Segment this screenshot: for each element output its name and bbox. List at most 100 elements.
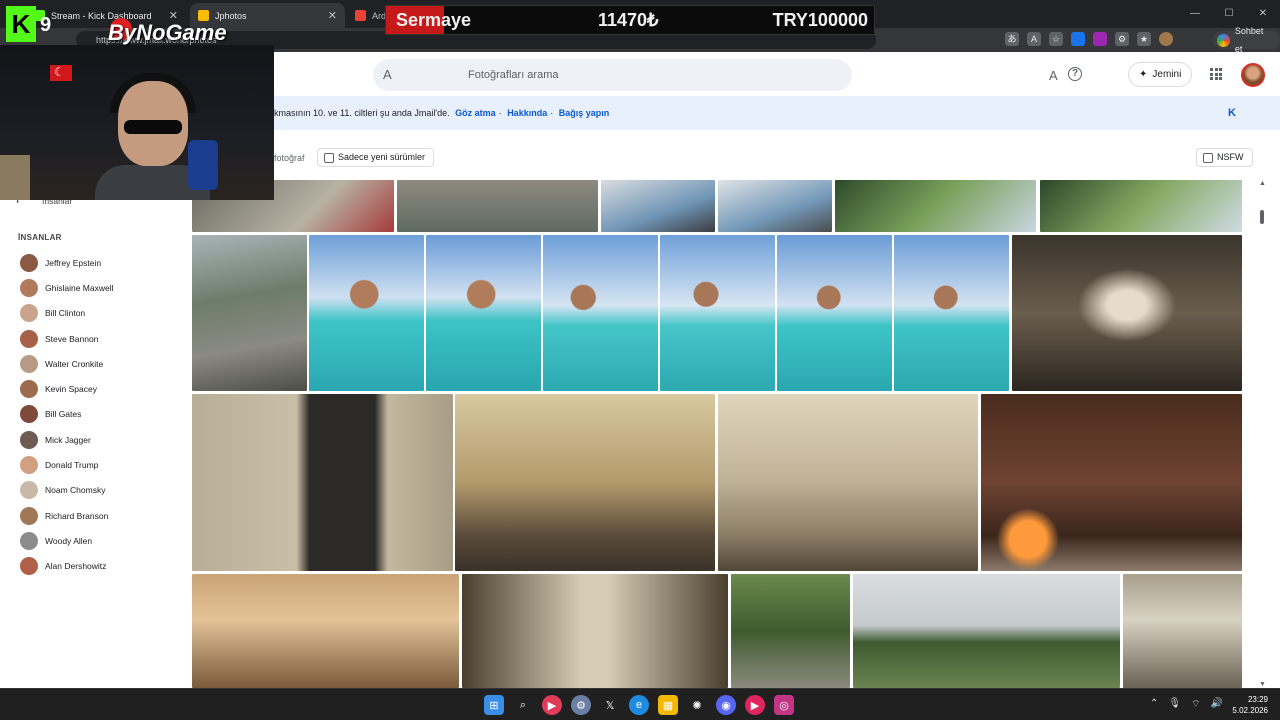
ticker-target: TRY100000 (772, 9, 868, 30)
extension2-icon[interactable] (1093, 32, 1107, 46)
person-avatar (20, 380, 38, 399)
photo-thumbnail[interactable] (309, 235, 424, 391)
new-versions-only-filter[interactable]: Sadece yeni sürümler (317, 148, 435, 167)
favorites-icon[interactable]: ★ (1137, 32, 1151, 46)
sidebar-person-item[interactable]: Walter Cronkite (20, 351, 114, 376)
checkbox-icon[interactable] (1203, 152, 1213, 163)
apps-grid-icon[interactable] (1210, 68, 1222, 80)
donate-link[interactable]: Bağış yapın (559, 108, 610, 118)
wifi-icon[interactable]: ⌔ (1191, 698, 1200, 711)
copilot-icon (1217, 33, 1230, 47)
profile-icon[interactable] (1159, 32, 1173, 46)
volume-icon[interactable]: 🔊 (1211, 698, 1223, 711)
sidebar-person-item[interactable]: Jeffrey Epstein (20, 250, 114, 275)
photo-thumbnail[interactable] (192, 394, 453, 571)
x-icon[interactable]: 𝕏 (600, 695, 620, 715)
sidebar-person-item[interactable]: Woody Allen (20, 528, 114, 553)
photo-thumbnail[interactable] (1123, 574, 1242, 688)
photo-thumbnail[interactable] (397, 180, 598, 232)
photo-thumbnail[interactable] (660, 235, 775, 391)
scrollbar[interactable]: ▲ ▼ (1257, 180, 1267, 688)
person-name: Bill Gates (45, 409, 82, 420)
webcam-feed (0, 45, 274, 200)
translate-icon[interactable]: あ (1005, 32, 1019, 46)
sidebar-person-item[interactable]: Donald Trump (20, 452, 114, 477)
person-avatar (20, 278, 38, 297)
media-icon[interactable]: ▶ (542, 695, 562, 715)
photo-thumbnail[interactable] (601, 180, 715, 232)
microphone-icon[interactable]: 🎙 (1168, 698, 1181, 711)
sidebar-person-item[interactable]: Bill Gates (20, 402, 114, 427)
photo-thumbnail[interactable] (543, 235, 658, 391)
photo-thumbnail[interactable] (192, 574, 459, 688)
extensions-icon[interactable]: ⚙ (1115, 32, 1129, 46)
tab-arda[interactable]: Arda (347, 3, 391, 28)
person-avatar (20, 481, 38, 500)
edge-icon[interactable]: e (629, 695, 649, 715)
close-tab-icon[interactable]: ✕ (328, 9, 337, 22)
nsfw-label: NSFW (1217, 152, 1244, 162)
windows-start-icon[interactable]: ⊞ (484, 695, 504, 715)
nsfw-filter[interactable]: NSFW (1196, 148, 1253, 167)
photo-thumbnail[interactable] (853, 574, 1120, 688)
photo-thumbnail[interactable] (718, 180, 832, 232)
chatgpt-icon[interactable]: ✺ (687, 695, 707, 715)
sidebar-person-item[interactable]: Kevin Spacey (20, 376, 114, 401)
photo-grid (192, 180, 1242, 688)
store-icon[interactable]: ▦ (658, 695, 678, 715)
checkbox-icon[interactable] (324, 152, 334, 163)
photo-thumbnail[interactable] (462, 574, 728, 688)
sidebar-person-item[interactable]: Alan Dershowitz (20, 554, 114, 579)
photo-thumbnail[interactable] (731, 574, 850, 688)
read-aloud-icon[interactable]: A (1027, 32, 1041, 46)
photo-thumbnail[interactable] (426, 235, 541, 391)
photo-thumbnail[interactable] (1040, 180, 1242, 232)
jemini-button[interactable]: ✦ Jemini (1128, 62, 1193, 87)
sidebar-person-item[interactable]: Mick Jagger (20, 427, 114, 452)
photo-thumbnail[interactable] (835, 180, 1036, 232)
person-avatar (20, 430, 38, 449)
sidebar-person-item[interactable]: Bill Clinton (20, 301, 114, 326)
photo-thumbnail[interactable] (455, 394, 715, 571)
instagram-icon[interactable]: ◎ (774, 695, 794, 715)
extension-icon[interactable] (1071, 32, 1085, 46)
tab-title: Stream - Kick Dashboard (51, 10, 152, 21)
sidebar-person-item[interactable]: Ghislaine Maxwell (20, 275, 114, 300)
discord-icon[interactable]: ◉ (716, 695, 736, 715)
browse-link[interactable]: Göz atma (455, 108, 496, 118)
system-tray: ⌃ 🎙 ⌔ 🔊 (1150, 698, 1223, 711)
help-icon[interactable]: ? (1068, 67, 1082, 81)
scroll-up-icon[interactable]: ▲ (1259, 180, 1266, 187)
copilot-button[interactable]: Sohbet et (1213, 26, 1280, 54)
about-link[interactable]: Hakkında (507, 108, 547, 118)
photo-thumbnail[interactable] (777, 235, 892, 391)
photo-thumbnail[interactable] (192, 235, 307, 391)
search-input[interactable]: A Fotoğrafları arama (373, 59, 852, 91)
youtube-icon[interactable]: ▶ (745, 695, 765, 715)
font-size-icon[interactable]: A (1049, 68, 1058, 83)
filter-label: Sadece yeni sürümler (338, 152, 426, 162)
chevron-up-icon[interactable]: ⌃ (1150, 698, 1158, 711)
banner-close-icon[interactable]: K (1228, 96, 1236, 130)
photo-thumbnail[interactable] (894, 235, 1009, 391)
sidebar-person-item[interactable]: Steve Bannon (20, 326, 114, 351)
scroll-thumb[interactable] (1260, 210, 1264, 224)
photo-thumbnail[interactable] (718, 394, 978, 571)
sidebar-person-item[interactable]: Richard Branson (20, 503, 114, 528)
scroll-down-icon[interactable]: ▼ (1259, 681, 1266, 688)
microphone-icon (188, 140, 218, 190)
person-name: Bill Clinton (45, 308, 86, 319)
clock[interactable]: 23:29 5.02.2026 (1232, 694, 1268, 716)
ticker-label-box: Sermaye (386, 6, 471, 34)
minimize-icon[interactable]: — (1178, 0, 1212, 28)
sidebar-person-item[interactable]: Noam Chomsky (20, 478, 114, 503)
person-name: Mick Jagger (45, 434, 91, 445)
sidebar: Iİnsanlar İNSANLAR Jeffrey EpsteinGhisla… (0, 192, 180, 688)
favorite-icon[interactable]: ☆ (1049, 32, 1063, 46)
account-avatar[interactable] (1241, 63, 1265, 87)
photo-thumbnail[interactable] (1012, 235, 1242, 391)
search-icon[interactable]: ⌕ (513, 695, 533, 715)
kick-logo: K (6, 6, 36, 42)
settings-icon[interactable]: ⚙ (571, 695, 591, 715)
photo-thumbnail[interactable] (981, 394, 1242, 571)
